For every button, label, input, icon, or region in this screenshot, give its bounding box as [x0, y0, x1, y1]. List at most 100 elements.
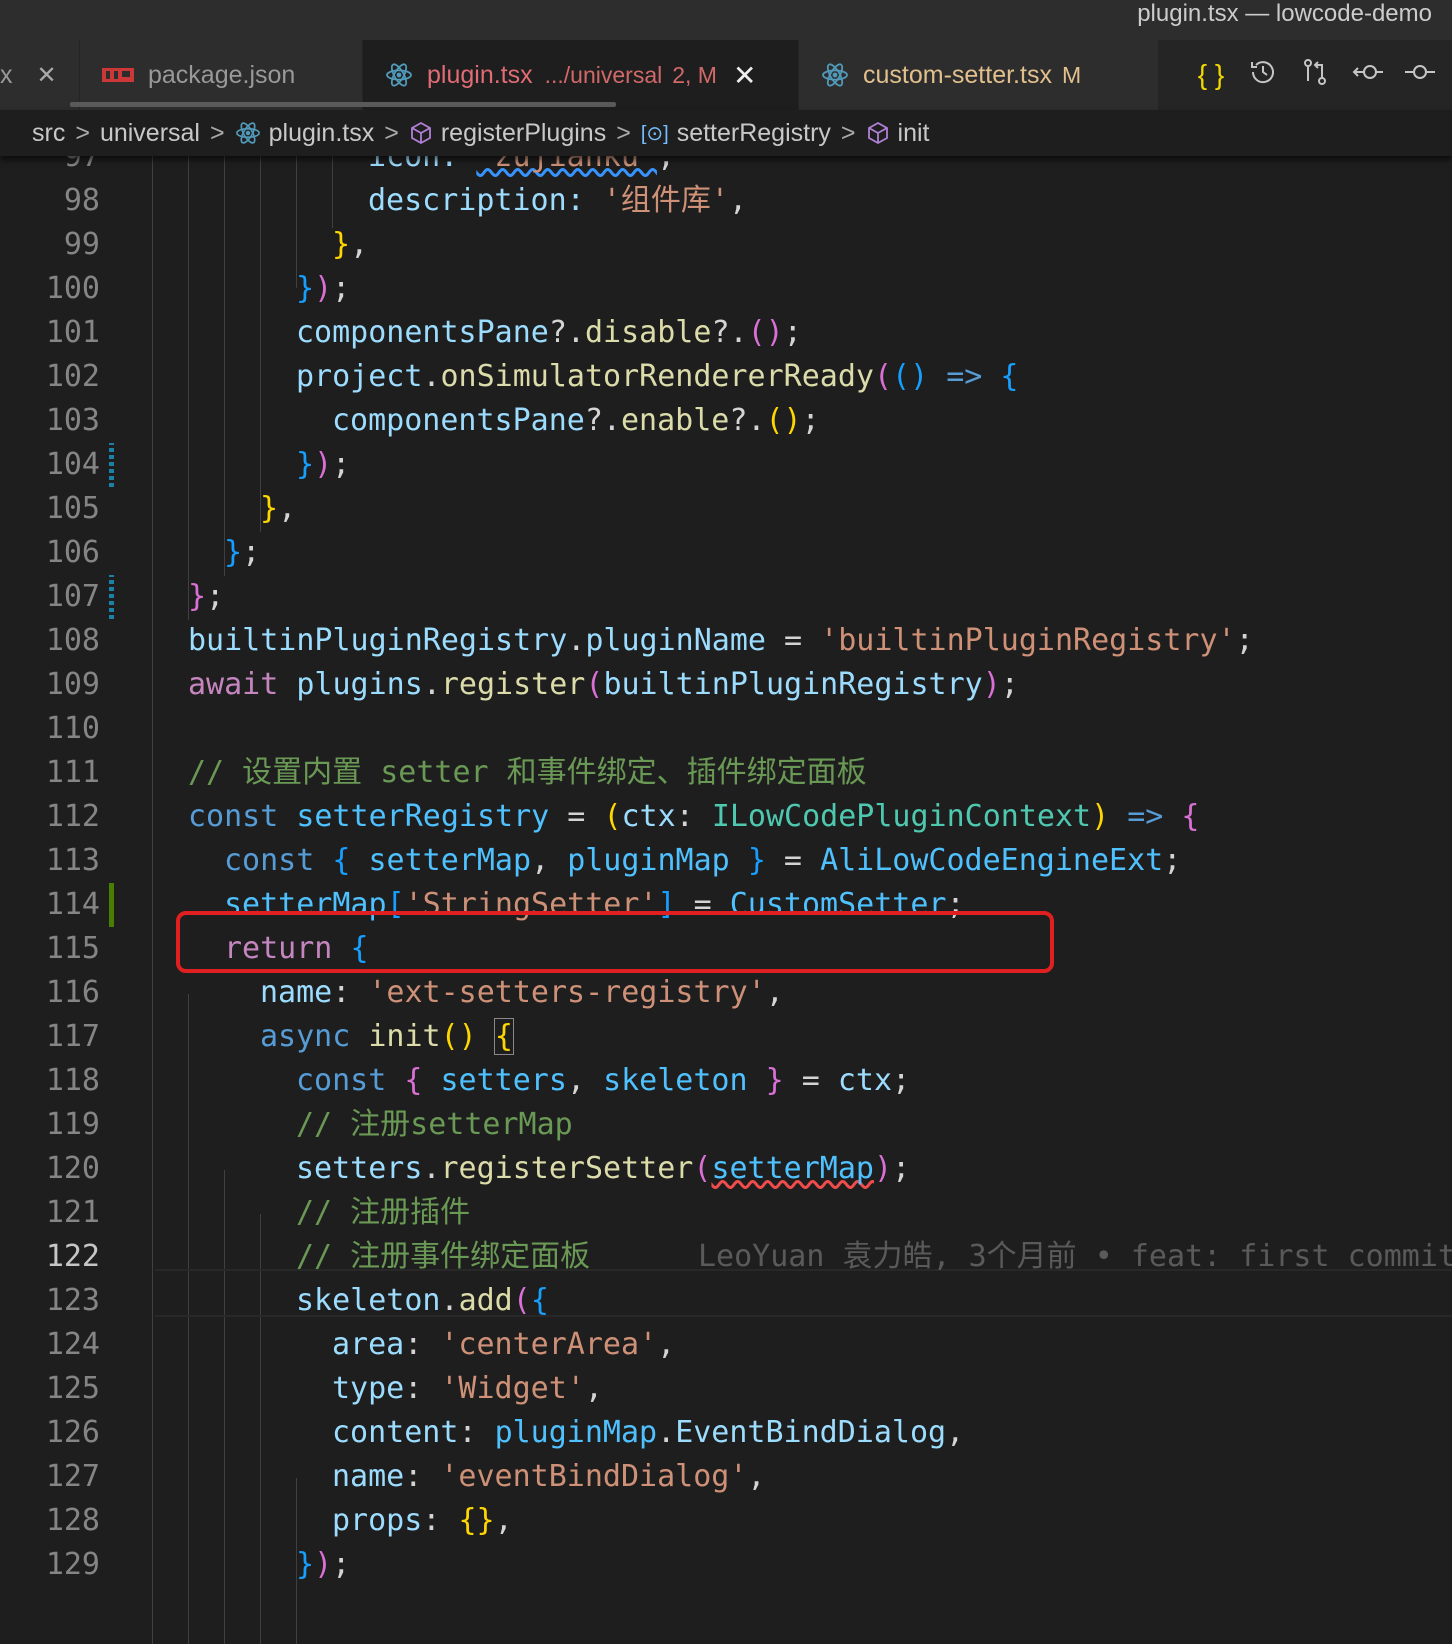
- chevron-right-icon: >: [840, 118, 856, 147]
- token: skeleton: [603, 1063, 748, 1098]
- react-icon: [821, 61, 849, 89]
- tab-plugin-tsx[interactable]: plugin.tsx .../universal 2, M ✕: [363, 40, 799, 110]
- close-icon[interactable]: ✕: [37, 61, 57, 90]
- token: EventBindDialog: [675, 1415, 947, 1450]
- line-number: 115: [45, 931, 100, 966]
- code-line: 127 name: 'eventBindDialog',: [0, 1454, 1452, 1500]
- line-number: 102: [45, 359, 100, 394]
- editor-toolbar: { }: [1196, 40, 1452, 110]
- close-icon[interactable]: ✕: [733, 59, 756, 92]
- history-icon[interactable]: [1248, 57, 1278, 94]
- token: pluginName: [585, 623, 766, 658]
- line-number: 103: [45, 403, 100, 438]
- tab-scrollbar[interactable]: [70, 102, 616, 107]
- line-number: 124: [45, 1327, 100, 1362]
- token: skeleton: [296, 1283, 441, 1318]
- line-number: 106: [45, 535, 100, 570]
- code-line: 109 await plugins.register(builtinPluginR…: [0, 662, 1452, 708]
- tab-label: x: [0, 60, 13, 89]
- token: builtinPluginRegistry: [188, 623, 568, 658]
- token: name: [332, 1459, 405, 1494]
- breadcrumb-item-setterregistry[interactable]: setterRegistry: [677, 119, 831, 148]
- token: area: [332, 1327, 405, 1362]
- token: ,: [728, 183, 747, 218]
- breadcrumb-item-universal[interactable]: universal: [100, 119, 200, 148]
- token: componentsPane: [296, 315, 549, 350]
- method-cube-icon: [866, 121, 890, 145]
- token: const: [188, 799, 279, 834]
- git-commit-next-icon[interactable]: [1404, 57, 1435, 94]
- token: setters: [296, 1151, 423, 1186]
- line-number: 112: [45, 799, 100, 834]
- code-line: 124 area: 'centerArea',: [0, 1322, 1452, 1368]
- token: ctx: [837, 1063, 893, 1098]
- line-number: 109: [45, 667, 100, 702]
- line-number: 119: [45, 1107, 100, 1142]
- tab-previous[interactable]: x ✕: [0, 40, 80, 110]
- code-line: 106};: [0, 530, 1452, 576]
- line-number: 104: [45, 447, 100, 482]
- token: project: [296, 359, 423, 394]
- git-blame-annotation[interactable]: LeoYuan 袁力皓, 3个月前 • feat: first commit: [698, 1234, 1452, 1280]
- tab-label: package.json: [148, 60, 296, 89]
- breadcrumb-item-file[interactable]: plugin.tsx: [269, 119, 375, 148]
- token: name: [260, 975, 333, 1010]
- token: enable: [621, 403, 730, 438]
- line-number: 108: [45, 623, 100, 658]
- line-number: 111: [45, 755, 100, 790]
- token: content: [332, 1415, 459, 1450]
- token: setterMap: [368, 843, 532, 878]
- token: registerSetter: [440, 1151, 694, 1186]
- code-line: 117 async init() {: [0, 1014, 1452, 1060]
- token: type: [332, 1371, 405, 1406]
- token: AliLowCodeEngineExt: [820, 843, 1164, 878]
- token: disable: [585, 315, 712, 350]
- code-line: 107};: [0, 574, 1452, 620]
- breadcrumb-item-init[interactable]: init: [898, 119, 930, 148]
- chevron-right-icon: >: [75, 118, 90, 147]
- code-line: 113 const { setterMap, pluginMap } = AliL…: [0, 838, 1452, 884]
- git-modified-marker[interactable]: [109, 443, 114, 487]
- token: pluginMap: [494, 1415, 658, 1450]
- token: register: [440, 667, 586, 702]
- tab-custom-setter[interactable]: custom-setter.tsx M: [799, 40, 1159, 110]
- code-line: 112 const setterRegistry = (ctx: ILowCode…: [0, 794, 1452, 840]
- modified-badge: M: [1061, 61, 1082, 88]
- line-number: 128: [45, 1503, 100, 1538]
- code-line: 116 name: 'ext-setters-registry',: [0, 970, 1452, 1016]
- chevron-right-icon: >: [210, 118, 225, 147]
- code-line: 128 props: {},: [0, 1498, 1452, 1544]
- code-line: 108 builtinPluginRegistry.pluginName = 'b…: [0, 618, 1452, 664]
- code-line: 123 skeleton.add({: [0, 1278, 1452, 1324]
- line-number: 126: [45, 1415, 100, 1450]
- code-line: 111 // 设置内置 setter 和事件绑定、插件绑定面板: [0, 750, 1452, 796]
- git-modified-marker[interactable]: [109, 575, 114, 619]
- token: pluginMap: [567, 843, 730, 878]
- code-line: 110: [0, 706, 1452, 752]
- code-line: 126 content: pluginMap.EventBindDialog,: [0, 1410, 1452, 1456]
- code-line: 104});: [0, 442, 1452, 488]
- tab-package-json[interactable]: package.json: [80, 40, 363, 110]
- line-number: 105: [45, 491, 100, 526]
- code-line: 119 // 注册setterMap: [0, 1102, 1452, 1148]
- line-number: 100: [45, 271, 100, 306]
- comment: // 注册事件绑定面板: [296, 1239, 591, 1274]
- line-number: 121: [45, 1195, 100, 1230]
- line-number: 116: [45, 975, 100, 1010]
- braces-icon[interactable]: { }: [1196, 59, 1226, 91]
- compare-changes-icon[interactable]: [1300, 57, 1330, 94]
- code-line: 98 description: '组件库',: [0, 178, 1452, 224]
- chevron-right-icon: >: [616, 118, 631, 147]
- token: init: [368, 1019, 441, 1054]
- token: props: [332, 1503, 423, 1538]
- git-commit-prev-icon[interactable]: [1352, 57, 1383, 94]
- breadcrumb-item-src[interactable]: src: [32, 119, 65, 148]
- comment: // 注册插件: [296, 1195, 471, 1230]
- tab-label: custom-setter.tsx: [863, 60, 1052, 89]
- breadcrumb-item-registerplugins[interactable]: registerPlugins: [441, 119, 606, 148]
- react-icon: [235, 120, 261, 146]
- git-added-marker[interactable]: [109, 883, 114, 927]
- code-editor[interactable]: 97 icon: 'zujianku', 98 description: '组件库'…: [0, 140, 1452, 1644]
- npm-icon: [102, 68, 134, 82]
- token: 'Widget': [440, 1371, 585, 1406]
